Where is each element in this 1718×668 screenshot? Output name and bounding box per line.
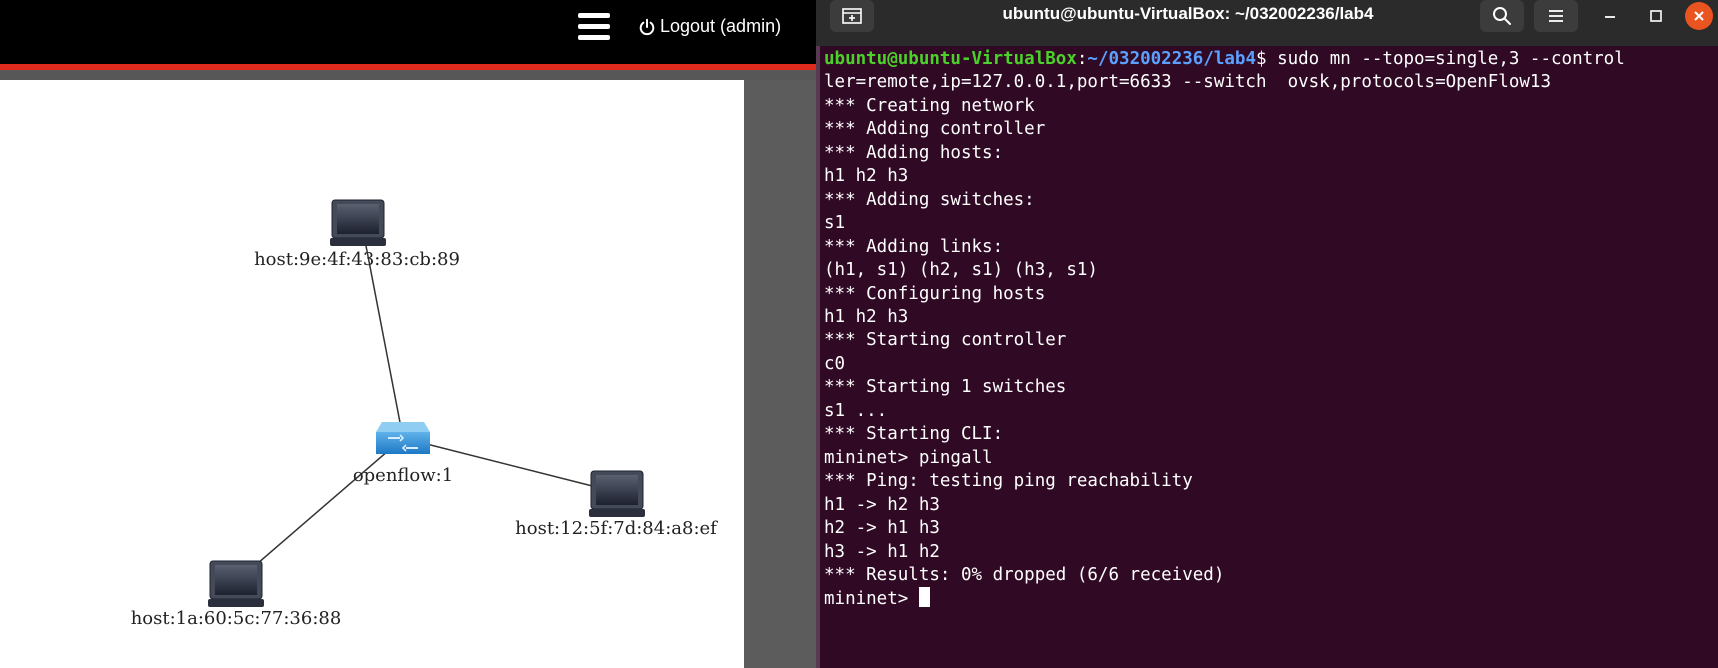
prompt-path: ~/032002236/lab4 [1087, 49, 1256, 69]
output-line: h1 -> h2 h3 [824, 494, 940, 515]
search-icon [1493, 7, 1511, 25]
minimize-button[interactable] [1596, 2, 1624, 30]
side-panel-gray [744, 80, 816, 668]
output-line: (h1, s1) (h2, s1) (h3, s1) [824, 260, 1098, 281]
terminal-edge [816, 46, 820, 668]
menu-icon [1549, 10, 1563, 22]
close-button[interactable] [1685, 2, 1713, 30]
host-node-2[interactable] [589, 470, 645, 517]
command-line: ubuntu@ubuntu-VirtualBox:~/032002236/lab… [824, 49, 1625, 69]
output-line: *** Starting CLI: [824, 424, 1004, 445]
minimize-icon [1605, 16, 1615, 18]
topology-canvas[interactable]: host:9e:4f:43:83:cb:89 openflow:1 host:1… [0, 80, 744, 668]
top-navbar: Logout (admin) [0, 0, 816, 64]
logout-button[interactable]: Logout (admin) [638, 16, 781, 37]
final-prompt-line: mininet> [824, 587, 1714, 611]
logout-label: Logout (admin) [660, 16, 782, 36]
output-line: s1 [824, 213, 846, 234]
output-line: *** Creating network [824, 95, 1035, 116]
close-icon [1694, 11, 1704, 21]
output-line: h1 h2 h3 [824, 166, 909, 187]
output-line: *** Ping: testing ping reachability [824, 471, 1193, 492]
output-line: h3 -> h1 h2 [824, 541, 940, 562]
topology-graph [208, 199, 645, 607]
host-label-2: host:12:5f:7d:84:a8:ef [515, 518, 717, 539]
prompt-user: ubuntu@ubuntu-VirtualBox [824, 49, 1077, 69]
output-lines: *** Creating network *** Adding controlle… [824, 95, 1714, 588]
switch-label: openflow:1 [352, 465, 454, 486]
host-node-3[interactable] [208, 560, 264, 607]
output-line: *** Adding controller [824, 119, 1046, 140]
output-line: h1 h2 h3 [824, 306, 909, 327]
output-line: *** Adding hosts: [824, 142, 1004, 163]
new-tab-button[interactable] [830, 0, 874, 32]
terminal-window[interactable]: ubuntu@ubuntu-VirtualBox: ~/032002236/la… [816, 0, 1718, 668]
output-line: *** Starting controller [824, 330, 1067, 351]
link-switch-host-3 [235, 437, 404, 583]
menu-button[interactable] [1534, 0, 1578, 32]
host-node-1[interactable] [330, 199, 386, 246]
switch-node[interactable] [376, 422, 430, 454]
output-line: s1 ... [824, 400, 888, 421]
final-prompt: mininet> [824, 589, 919, 610]
output-line: mininet> pingall [824, 447, 993, 468]
output-line: *** Results: 0% dropped (6/6 received) [824, 564, 1225, 585]
terminal-title: ubuntu@ubuntu-VirtualBox: ~/032002236/la… [1002, 4, 1374, 23]
divider-bar [0, 70, 816, 80]
power-icon [639, 18, 655, 35]
output-line: *** Adding links: [824, 236, 1004, 257]
host-label-3: host:1a:60:5c:77:36:88 [130, 608, 342, 629]
output-line: *** Starting 1 switches [824, 377, 1067, 398]
output-line: *** Adding switches: [824, 189, 1035, 210]
command-text: $ sudo mn --topo=single,3 --control [1256, 49, 1625, 69]
maximize-button[interactable] [1642, 2, 1670, 30]
text-cursor [918, 587, 930, 608]
command-continuation: ler=remote,ip=127.0.0.1,port=6633 --swit… [824, 72, 1551, 93]
terminal-output[interactable]: ubuntu@ubuntu-VirtualBox:~/032002236/lab… [824, 48, 1714, 612]
output-line: h2 -> h1 h3 [824, 518, 940, 539]
maximize-icon [1650, 10, 1662, 22]
output-line: c0 [824, 353, 846, 374]
topology-web-panel: Logout (admin) host:9e:4f:43:83:cb:89 op… [0, 0, 816, 668]
terminal-titlebar: ubuntu@ubuntu-VirtualBox: ~/032002236/la… [816, 0, 1718, 46]
search-button[interactable] [1480, 0, 1524, 32]
host-label-1: host:9e:4f:43:83:cb:89 [254, 249, 460, 270]
output-line: *** Configuring hosts [824, 283, 1046, 304]
new-tab-icon [842, 8, 862, 24]
hamburger-menu-icon[interactable] [578, 13, 610, 43]
